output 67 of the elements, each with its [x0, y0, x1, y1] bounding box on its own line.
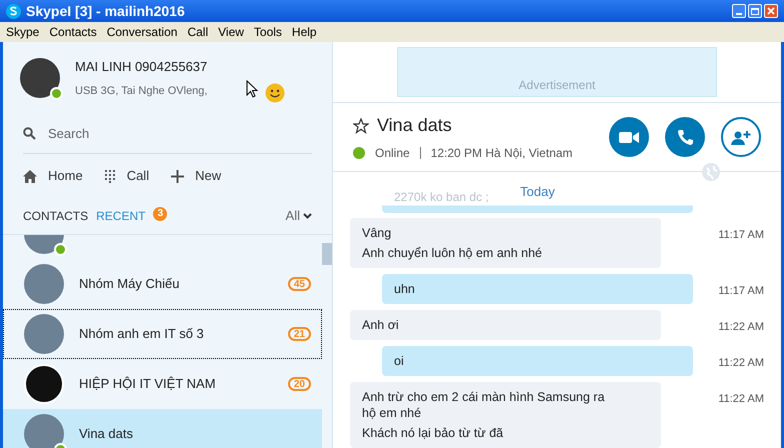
nav-new-button[interactable]: New	[171, 166, 222, 186]
search-field[interactable]: Search	[48, 124, 248, 144]
message-time: 11:22 AM	[718, 356, 764, 371]
avatar	[24, 314, 64, 354]
filter-dropdown[interactable]: All	[286, 206, 312, 226]
home-icon	[23, 170, 37, 182]
contact-row[interactable]: HIỆP HỘI IT VIỆT NAM 20	[3, 359, 322, 409]
minimize-button[interactable]	[732, 4, 746, 18]
close-button[interactable]	[764, 4, 778, 18]
search-icon	[23, 127, 36, 140]
window-title: SkypeI [3] - mailinh2016	[26, 2, 186, 21]
status-text: Online	[375, 145, 410, 162]
menu-item[interactable]: Tools	[254, 23, 282, 41]
message-text: Vâng	[362, 225, 392, 241]
smiley-icon	[265, 83, 285, 103]
contact-name: Vina dats	[79, 425, 134, 444]
menu-item[interactable]: View	[218, 23, 244, 41]
contact-row[interactable]: Vina dats	[3, 409, 322, 448]
maximize-button[interactable]	[748, 4, 762, 18]
menu-item[interactable]: Help	[292, 23, 317, 41]
conversation-title: Vina dats	[377, 114, 452, 137]
contact-row[interactable]: Nhóm Máy Chiếu 45	[3, 259, 322, 309]
menu-item[interactable]: Skype	[6, 23, 40, 41]
unread-count: 20	[288, 377, 311, 391]
separator-bar	[420, 147, 421, 159]
message-text: Khách nó lại bảo từ từ đã	[362, 425, 504, 441]
avatar	[24, 264, 64, 304]
mood-message: USB 3G, Tai Nghe OVleng,	[75, 84, 208, 98]
nav-home-button[interactable]: Home	[23, 166, 83, 186]
message-text: Anh trừ cho em 2 cái màn hình Samsung ra hộ em nhé	[362, 389, 606, 421]
message-time: 11:22 AM	[718, 320, 764, 335]
message-text: Anh chuyển luôn hộ em anh nhé	[362, 245, 543, 261]
profile-name: MAI LINH 0904255637	[75, 58, 208, 76]
message-text: oi	[394, 353, 405, 369]
call-button[interactable]	[665, 117, 705, 157]
nav-call-button[interactable]: Call	[104, 166, 150, 186]
video-camera-icon	[619, 130, 639, 144]
contact-row[interactable]: Nhóm anh em IT số 3 21	[3, 309, 322, 359]
globe-icon	[701, 162, 721, 182]
menu-item[interactable]: Contacts	[49, 23, 97, 41]
contact-name: Nhóm anh em IT số 3	[79, 325, 205, 344]
message-text: Anh ơi	[362, 317, 400, 333]
avatar	[24, 364, 64, 404]
message-time: 11:22 AM	[718, 392, 764, 407]
star-icon[interactable]	[353, 118, 369, 134]
phone-icon	[676, 128, 694, 146]
chevron-down-icon	[303, 212, 312, 218]
plus-icon	[171, 170, 184, 182]
tab[interactable]: CONTACTS	[23, 206, 88, 224]
message-text: 2270k ko ban dc ;	[394, 189, 489, 206]
mouse-cursor-icon	[246, 80, 258, 99]
contact-name: Nhóm Máy Chiếu	[79, 275, 180, 294]
local-time: 12:20 PM Hà Nội, Vietnam	[430, 145, 573, 162]
menu-item[interactable]: Conversation	[106, 23, 178, 41]
menu-item[interactable]: Call	[187, 23, 208, 41]
video-call-button[interactable]	[609, 117, 649, 157]
contact-name: HIỆP HỘI IT VIỆT NAM	[79, 375, 217, 394]
skype-logo-icon	[6, 4, 21, 18]
add-people-button[interactable]	[721, 117, 761, 157]
message-text: uhn	[394, 281, 416, 297]
add-person-icon	[730, 128, 752, 146]
unread-badge: 3	[153, 206, 168, 220]
dialpad-icon	[104, 170, 116, 182]
message-time: 11:17 AM	[718, 228, 764, 243]
unread-count: 45	[288, 277, 311, 291]
message-time: 11:17 AM	[718, 284, 764, 299]
unread-count: 21	[288, 327, 311, 341]
